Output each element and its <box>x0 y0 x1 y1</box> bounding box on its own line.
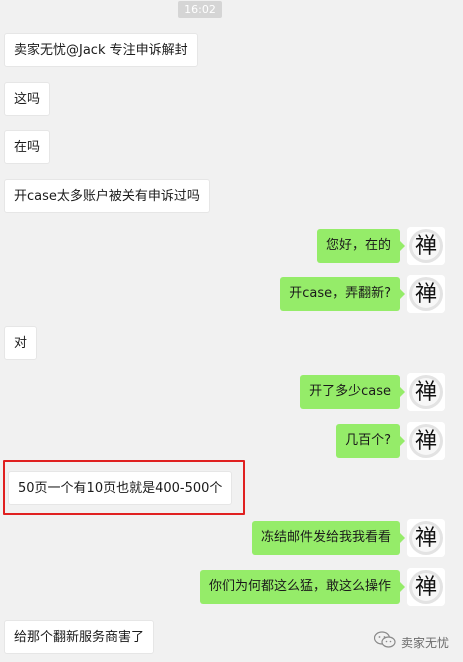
svg-text:禅: 禅 <box>415 526 437 551</box>
zen-calligraphy-avatar-icon[interactable]: 禅 <box>407 373 445 411</box>
message-bubble-incoming[interactable]: 开case太多账户被关有申诉过吗 <box>4 179 210 213</box>
svg-text:禅: 禅 <box>415 575 437 600</box>
message-bubble-outgoing[interactable]: 你们为何都这么猛，敢这么操作 <box>199 570 406 604</box>
zen-calligraphy-avatar-icon[interactable]: 禅 <box>407 275 445 313</box>
watermark-text: 卖家无忧 <box>401 635 450 650</box>
wechat-logo-icon <box>373 631 396 653</box>
message-bubble-outgoing[interactable]: 几百个? <box>336 424 405 458</box>
message-bubble-outgoing[interactable]: 您好，在的 <box>316 229 406 263</box>
message-bubble-incoming[interactable]: 给那个翻新服务商害了 <box>4 620 155 654</box>
timestamp: 16:02 <box>178 1 222 18</box>
message-bubble-outgoing[interactable]: 开了多少case <box>300 375 405 409</box>
zen-calligraphy-avatar-icon[interactable]: 禅 <box>407 568 445 606</box>
message-bubble-incoming[interactable]: 这吗 <box>4 82 51 116</box>
svg-text:禅: 禅 <box>415 234 437 259</box>
watermark: 卖家无忧 <box>373 631 450 653</box>
message-bubble-incoming[interactable]: 在吗 <box>4 130 51 164</box>
message-bubble-outgoing[interactable]: 冻结邮件发给我我看看 <box>251 521 406 555</box>
zen-calligraphy-avatar-icon[interactable]: 禅 <box>407 422 445 460</box>
message-bubble-outgoing[interactable]: 开case，弄翻新? <box>280 277 405 311</box>
svg-text:禅: 禅 <box>415 282 437 307</box>
highlight-box <box>3 460 245 515</box>
message-bubble-incoming[interactable]: 卖家无忧@Jack 专注申诉解封 <box>4 33 198 67</box>
message-bubble-incoming[interactable]: 对 <box>4 326 38 360</box>
svg-text:禅: 禅 <box>415 380 437 405</box>
zen-calligraphy-avatar-icon[interactable]: 禅 <box>407 227 445 265</box>
zen-calligraphy-avatar-icon[interactable]: 禅 <box>407 519 445 557</box>
svg-text:禅: 禅 <box>415 429 437 454</box>
